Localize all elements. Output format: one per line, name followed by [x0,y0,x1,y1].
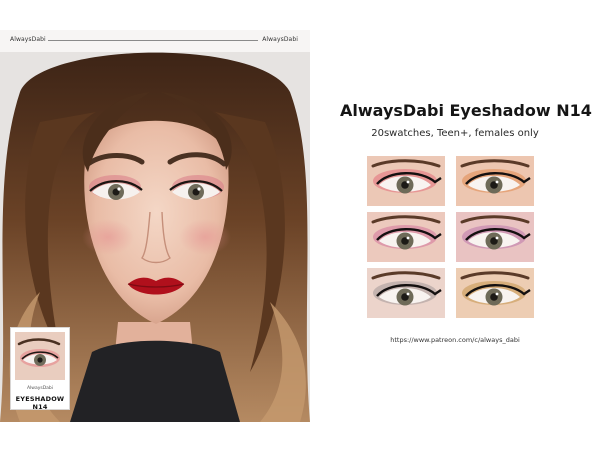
eyeshadow-swatch-3[interactable] [367,212,445,262]
preview-card: AlwaysDabi AlwaysDabi AlwaysDabi EYESHAD… [0,30,310,422]
brand-label-left: AlwaysDabi [10,36,46,43]
card-header: AlwaysDabi AlwaysDabi [0,30,310,52]
badge-title: EYESHADOW N14 [15,395,65,411]
product-subtitle: 20swatches, Teen+, females only [371,128,539,139]
product-title: AlwaysDabi Eyeshadow N14 [340,101,592,120]
patreon-link[interactable]: https://www.patreon.com/c/always_dabi [340,336,570,344]
eyeshadow-swatch-5[interactable] [367,268,445,318]
badge-eye-image [15,332,65,380]
eyeshadow-swatch-1[interactable] [367,156,445,206]
product-badge: AlwaysDabi EYESHADOW N14 [10,327,70,411]
eyeshadow-swatch-4[interactable] [456,212,534,262]
brand-label-right: AlwaysDabi [262,36,298,43]
eyeshadow-swatch-6[interactable] [456,268,534,318]
eyeshadow-swatch-2[interactable] [456,156,534,206]
header-divider [48,40,258,41]
badge-brand-label: AlwaysDabi [26,386,54,391]
